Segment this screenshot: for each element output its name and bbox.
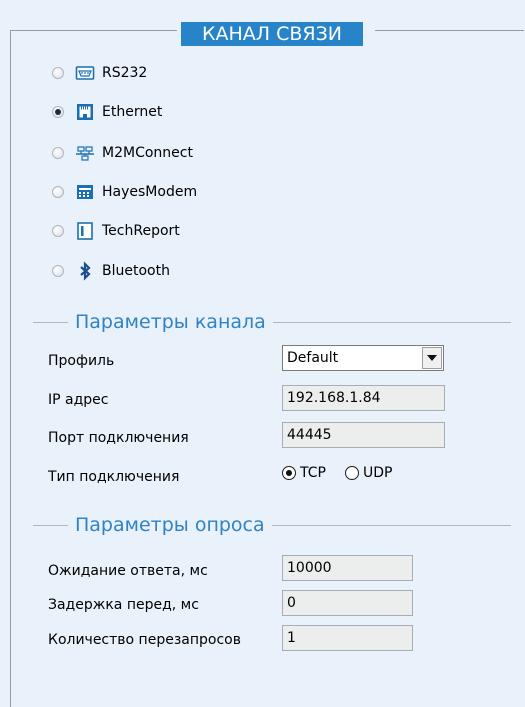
- channel-radio-m2mconnect[interactable]: [52, 147, 64, 159]
- channel-radio-bluetooth[interactable]: [52, 265, 64, 277]
- udp-radio[interactable]: [345, 466, 359, 480]
- channel-label-ethernet: Ethernet: [102, 104, 163, 120]
- channel-label-bluetooth: Bluetooth: [102, 263, 170, 279]
- serial-port-icon: [75, 63, 95, 83]
- channel-option-rs232[interactable]: RS232: [52, 60, 147, 86]
- delay-label: Задержка перед, мс: [48, 597, 199, 613]
- retries-label: Количество перезапросов: [48, 632, 241, 648]
- groupbox-title: КАНАЛ СВЯЗИ: [177, 20, 375, 48]
- retries-field[interactable]: 1: [282, 625, 413, 651]
- channel-option-bluetooth[interactable]: Bluetooth: [52, 258, 170, 284]
- network-switch-icon: [75, 143, 95, 163]
- udp-label: UDP: [363, 465, 393, 481]
- section-title-poll: Параметры опроса: [68, 513, 272, 537]
- channel-option-techreport[interactable]: TechReport: [52, 218, 180, 244]
- ip-label: IP адрес: [48, 392, 109, 408]
- channel-radio-techreport[interactable]: [52, 225, 64, 237]
- tcp-radio[interactable]: [282, 466, 296, 480]
- profile-label: Профиль: [48, 353, 115, 369]
- ip-field[interactable]: 192.168.1.84: [282, 385, 445, 411]
- ethernet-port-icon: [75, 102, 95, 122]
- channel-radio-ethernet[interactable]: [52, 106, 64, 118]
- port-label: Порт подключения: [48, 430, 189, 446]
- channel-radio-rs232[interactable]: [52, 67, 64, 79]
- channel-label-rs232: RS232: [102, 65, 148, 81]
- document-icon: [75, 221, 95, 241]
- groupbox-title-text: КАНАЛ СВЯЗИ: [181, 22, 363, 46]
- conn-type-label: Тип подключения: [48, 469, 180, 485]
- wait-field[interactable]: 10000: [282, 555, 413, 581]
- channel-option-hayesmodem[interactable]: HayesModem: [52, 179, 197, 205]
- bluetooth-icon: [75, 261, 95, 281]
- conn-type-tcp[interactable]: TCP: [282, 465, 326, 481]
- port-field[interactable]: 44445: [282, 422, 445, 448]
- dropdown-arrow-icon[interactable]: [422, 347, 442, 369]
- delay-field[interactable]: 0: [282, 590, 413, 616]
- profile-select[interactable]: Default: [282, 345, 444, 371]
- tcp-label: TCP: [300, 465, 326, 481]
- conn-type-udp[interactable]: UDP: [345, 465, 392, 481]
- profile-select-value: Default: [287, 350, 339, 366]
- channel-option-ethernet[interactable]: Ethernet: [52, 99, 162, 125]
- channel-label-hayesmodem: HayesModem: [102, 184, 198, 200]
- channel-option-m2mconnect[interactable]: M2MConnect: [52, 140, 193, 166]
- wait-label: Ожидание ответа, мс: [48, 563, 208, 579]
- channel-label-techreport: TechReport: [102, 223, 180, 239]
- modem-icon: [75, 182, 95, 202]
- channel-radio-hayesmodem[interactable]: [52, 186, 64, 198]
- channel-label-m2mconnect: M2MConnect: [102, 145, 193, 161]
- section-title-channel: Параметры канала: [68, 310, 273, 334]
